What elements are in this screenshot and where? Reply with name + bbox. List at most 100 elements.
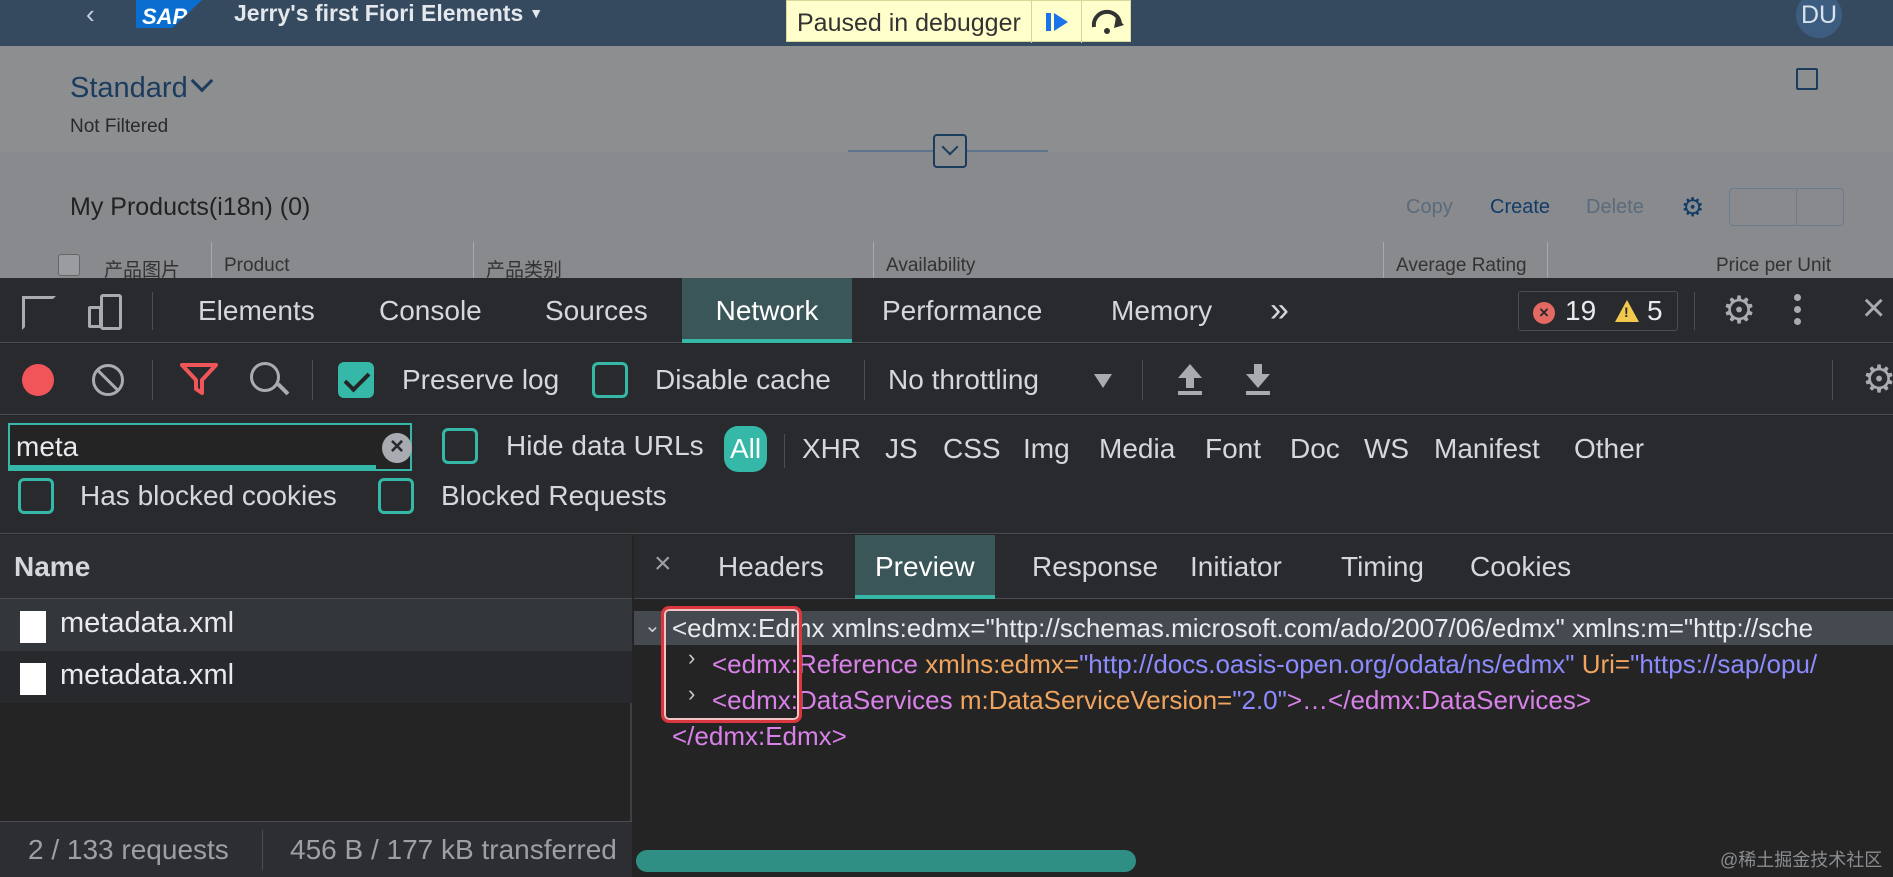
tab-performance[interactable]: Performance bbox=[882, 278, 1042, 343]
throttling-select[interactable]: No throttling bbox=[888, 364, 1039, 396]
filter-field[interactable]: × bbox=[8, 423, 412, 471]
summary-divider bbox=[262, 830, 263, 870]
clear-filter-icon[interactable]: × bbox=[382, 433, 412, 463]
disable-cache-checkbox[interactable] bbox=[592, 362, 628, 398]
tab-elements[interactable]: Elements bbox=[198, 278, 315, 343]
name-column-header[interactable]: Name bbox=[0, 535, 632, 599]
export-button[interactable] bbox=[1729, 188, 1844, 226]
filter-type-doc[interactable]: Doc bbox=[1284, 426, 1346, 472]
hide-data-urls-checkbox[interactable] bbox=[442, 428, 478, 464]
detail-tabbar: × Headers Preview Response Initiator Tim… bbox=[634, 535, 1893, 599]
filter-input[interactable] bbox=[16, 427, 356, 467]
chevron-left-icon[interactable]: ‹ bbox=[86, 1, 110, 28]
tab-sources[interactable]: Sources bbox=[545, 278, 648, 343]
download-icon[interactable] bbox=[1244, 362, 1272, 396]
devtools-tabbar: Elements Console Sources Network Perform… bbox=[0, 278, 1893, 343]
name-column-label: Name bbox=[14, 551, 91, 582]
column-header[interactable]: Product bbox=[224, 255, 289, 277]
tab-headers[interactable]: Headers bbox=[698, 535, 844, 599]
more-tabs-icon[interactable]: » bbox=[1270, 278, 1289, 343]
tab-timing[interactable]: Timing bbox=[1321, 535, 1444, 599]
request-row[interactable]: metadata.xml bbox=[0, 651, 632, 703]
filter-type-img[interactable]: Img bbox=[1017, 426, 1076, 472]
expanded-chevron-icon[interactable]: ⌄ bbox=[644, 613, 661, 638]
copy-button[interactable]: Copy bbox=[1406, 196, 1453, 219]
step-over-button[interactable] bbox=[1081, 1, 1131, 43]
xml-tag-close: >…</edmx:DataServices> bbox=[1286, 685, 1592, 715]
network-toolbar: Preserve log Disable cache No throttling… bbox=[0, 344, 1893, 415]
column-header[interactable]: Average Rating bbox=[1396, 255, 1527, 277]
request-count: 2 / 133 requests bbox=[28, 834, 229, 865]
delete-button[interactable]: Delete bbox=[1586, 196, 1644, 219]
settings-gear-icon[interactable]: ⚙ bbox=[1722, 291, 1756, 331]
gear-icon[interactable]: ⚙ bbox=[1681, 194, 1707, 220]
request-row[interactable]: metadata.xml bbox=[0, 599, 632, 651]
tab-preview[interactable]: Preview bbox=[855, 535, 995, 599]
share-icon[interactable] bbox=[1796, 68, 1818, 90]
preserve-log-checkbox[interactable] bbox=[338, 362, 374, 398]
column-header[interactable]: 产品图片 bbox=[104, 255, 180, 278]
variant-selector[interactable]: Standard bbox=[70, 69, 214, 105]
upload-icon[interactable] bbox=[1176, 362, 1204, 396]
filter-type-manifest[interactable]: Manifest bbox=[1428, 426, 1546, 472]
tab-initiator[interactable]: Initiator bbox=[1170, 535, 1302, 599]
filter-icon[interactable] bbox=[180, 362, 218, 396]
network-settings-gear-icon[interactable]: ⚙ bbox=[1862, 360, 1893, 400]
column-header[interactable]: 产品类别 bbox=[486, 255, 562, 278]
xml-value: "2.0" bbox=[1232, 685, 1287, 715]
tab-cookies[interactable]: Cookies bbox=[1450, 535, 1591, 599]
more-options-icon[interactable] bbox=[1792, 290, 1802, 330]
sap-logo[interactable]: SAP bbox=[136, 0, 202, 28]
search-icon[interactable] bbox=[250, 362, 290, 396]
xml-attr: Uri= bbox=[1574, 649, 1631, 679]
toolbar-divider bbox=[152, 292, 153, 330]
tab-response[interactable]: Response bbox=[1012, 535, 1178, 599]
record-icon[interactable] bbox=[22, 364, 54, 396]
resume-button[interactable] bbox=[1031, 1, 1081, 43]
error-count: 19 bbox=[1565, 295, 1597, 326]
file-icon bbox=[20, 663, 46, 695]
column-header[interactable]: Availability bbox=[886, 255, 975, 277]
filter-type-all[interactable]: All bbox=[724, 426, 768, 472]
create-button[interactable]: Create bbox=[1490, 196, 1550, 219]
request-name: metadata.xml bbox=[60, 607, 235, 639]
step-over-icon bbox=[1091, 9, 1124, 34]
toolbar-divider bbox=[864, 360, 865, 400]
has-blocked-cookies-checkbox[interactable] bbox=[18, 478, 54, 514]
device-toolbar-icon[interactable] bbox=[88, 294, 124, 330]
toolbar-divider bbox=[1142, 360, 1143, 400]
avatar[interactable]: DU bbox=[1796, 0, 1842, 38]
filter-type-media[interactable]: Media bbox=[1093, 426, 1181, 472]
clear-icon[interactable] bbox=[92, 364, 124, 396]
close-devtools-icon[interactable]: × bbox=[1862, 286, 1885, 331]
tab-console[interactable]: Console bbox=[379, 278, 482, 343]
close-icon[interactable]: × bbox=[654, 547, 672, 581]
select-all-checkbox[interactable] bbox=[58, 254, 80, 276]
issues-counter[interactable]: × 19 ! 5 bbox=[1518, 291, 1678, 331]
filter-type-css[interactable]: CSS bbox=[937, 426, 1007, 472]
caret-down-icon[interactable] bbox=[1094, 374, 1112, 388]
inspect-element-icon[interactable] bbox=[22, 296, 56, 330]
request-detail-panel: × Headers Preview Response Initiator Tim… bbox=[634, 535, 1893, 877]
xml-root-open[interactable]: <edmx:Edmx xmlns:edmx="http://schemas.mi… bbox=[672, 613, 1813, 644]
transfer-size: 456 B / 177 kB transferred bbox=[290, 834, 617, 865]
column-separator bbox=[1383, 242, 1384, 278]
xml-reference-node[interactable]: <edmx:Reference xmlns:edmx="http://docs.… bbox=[712, 649, 1817, 680]
column-header[interactable]: Price per Unit bbox=[1716, 255, 1831, 277]
filter-type-xhr[interactable]: XHR bbox=[796, 426, 867, 472]
chevron-down-icon bbox=[941, 138, 959, 156]
blocked-requests-checkbox[interactable] bbox=[378, 478, 414, 514]
app-title[interactable]: Jerry's first Fiori Elements ▼ bbox=[234, 0, 543, 27]
filter-status: Not Filtered bbox=[70, 116, 169, 137]
horizontal-scrollbar[interactable] bbox=[636, 850, 1136, 872]
xml-dataservices-node[interactable]: <edmx:DataServices m:DataServiceVersion=… bbox=[712, 685, 1591, 716]
filter-type-other[interactable]: Other bbox=[1568, 426, 1650, 472]
filter-type-font[interactable]: Font bbox=[1199, 426, 1267, 472]
filter-type-ws[interactable]: WS bbox=[1358, 426, 1415, 472]
tab-memory[interactable]: Memory bbox=[1111, 278, 1212, 343]
filter-type-js[interactable]: JS bbox=[879, 426, 924, 472]
tab-network[interactable]: Network bbox=[682, 278, 852, 343]
highlight-annotation bbox=[661, 606, 802, 723]
collapse-header-button[interactable] bbox=[933, 134, 967, 168]
phone-shape bbox=[100, 294, 122, 330]
